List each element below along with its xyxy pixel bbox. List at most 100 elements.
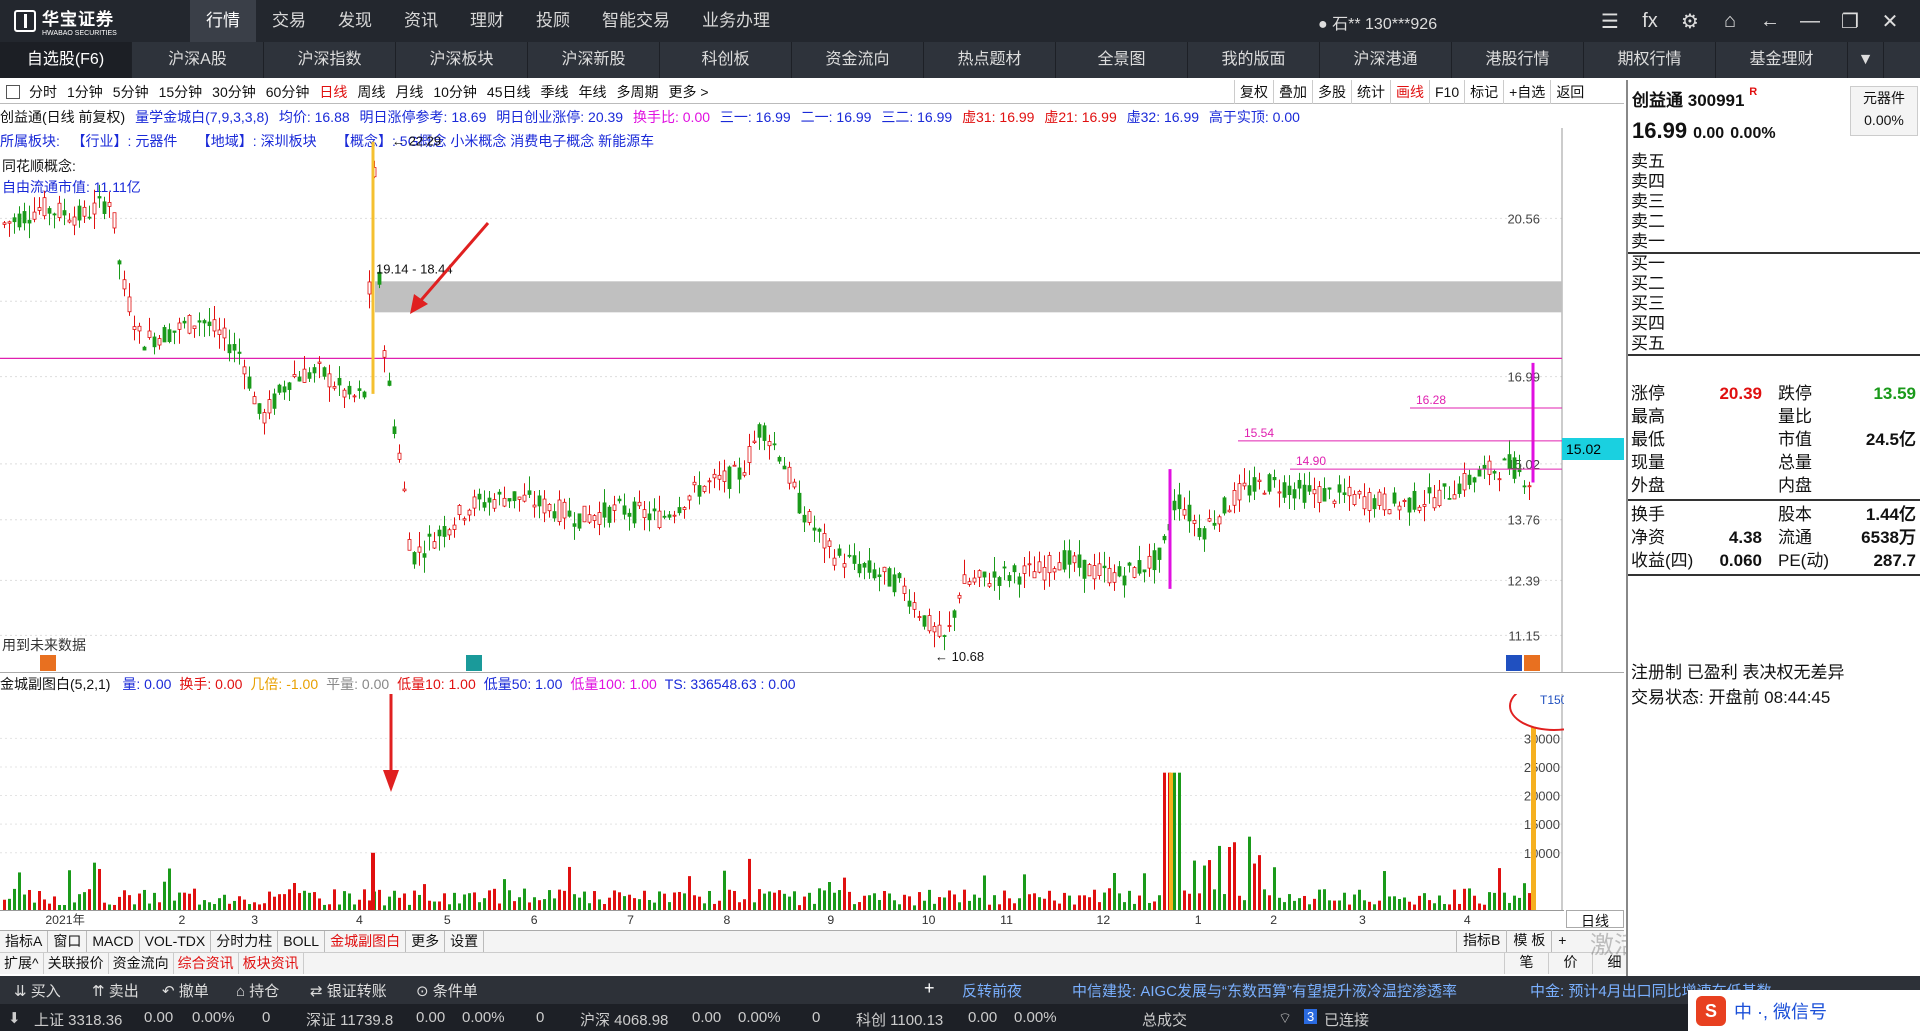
period-item[interactable]: 月线 <box>390 82 428 102</box>
tab-item[interactable]: 沪深A股 <box>132 42 264 78</box>
sub-indicator-name[interactable]: 金城副图白(5,2,1) <box>0 676 110 692</box>
period-item[interactable]: 10分钟 <box>428 82 482 102</box>
candle-body <box>607 506 612 523</box>
stat-value: 13.59 <box>1873 384 1916 403</box>
sh-index[interactable]: 上证 3318.36 <box>34 1009 122 1030</box>
tab-item[interactable]: 自选股(F6) <box>0 42 132 78</box>
period-item[interactable]: 周线 <box>352 82 390 102</box>
info-tab[interactable]: 扩展^ <box>0 953 44 974</box>
cancel-button[interactable]: ↶ 撤单 <box>162 980 209 1001</box>
indicator-tab[interactable]: 窗口 <box>48 931 88 952</box>
main-indicator-name[interactable]: 量学金城白(7,9,3,3,8) <box>135 109 269 125</box>
volume-chart[interactable]: 3000025000200001500010000T150X10 <box>0 694 1564 910</box>
indicator-tab[interactable]: 指标A <box>0 931 49 952</box>
info-tab[interactable]: 资金流向 <box>109 953 174 974</box>
menu-item[interactable]: 智能交易 <box>586 0 686 42</box>
tab-item[interactable]: 沪深板块 <box>396 42 528 78</box>
menu-item[interactable]: 资讯 <box>388 0 454 42</box>
tab-item[interactable]: 沪深新股 <box>528 42 660 78</box>
chart-tool[interactable]: 叠加 <box>1273 80 1312 104</box>
menu-item[interactable]: 交易 <box>256 0 322 42</box>
menu-item[interactable]: 业务办理 <box>686 0 786 42</box>
tab-item[interactable]: 港股行情 <box>1452 42 1584 78</box>
close-icon[interactable]: ✕ <box>1870 6 1910 36</box>
menu-item[interactable]: 投顾 <box>520 0 586 42</box>
period-item[interactable]: 45日线 <box>482 82 536 102</box>
tab-item[interactable]: 热点题材 <box>924 42 1056 78</box>
info-tab[interactable]: 板块资讯 <box>239 953 304 974</box>
tab-item[interactable]: 我的版面 <box>1188 42 1320 78</box>
chart-tool[interactable]: 返回 <box>1550 80 1589 104</box>
indicator-tab[interactable]: MACD <box>87 931 140 952</box>
period-item[interactable]: 多周期 <box>611 82 663 102</box>
menu-item[interactable]: 发现 <box>322 0 388 42</box>
chart-tool[interactable]: 标记 <box>1464 80 1503 104</box>
indicator-tab[interactable]: VOL-TDX <box>140 931 212 952</box>
chart-tool[interactable]: 画线 <box>1390 80 1429 104</box>
chart-tool[interactable]: 多股 <box>1312 80 1351 104</box>
menu-item[interactable]: 行情 <box>190 0 256 42</box>
candle-body <box>702 485 707 492</box>
add-icon[interactable]: + <box>924 978 935 999</box>
candle-body <box>442 526 447 537</box>
chart-tool[interactable]: 统计 <box>1351 80 1390 104</box>
news-2[interactable]: 中信建投: AIGC发展与“东数西算”有望提升液冷温控渗透率 <box>1072 980 1457 1001</box>
condition-button[interactable]: ⊙ 条件单 <box>416 980 478 1001</box>
toggle-checkbox[interactable] <box>6 84 20 99</box>
indicator-tab[interactable]: 设置 <box>445 931 485 952</box>
chart-tool[interactable]: +自选 <box>1503 80 1550 104</box>
kc-index[interactable]: 科创 1100.13 <box>856 1009 943 1030</box>
buy-button[interactable]: ⇊ 买入 <box>14 980 61 1001</box>
connection-status: 已连接 <box>1324 1012 1370 1029</box>
chart-tool[interactable]: F10 <box>1429 80 1464 104</box>
minimize-icon[interactable]: — <box>1790 6 1830 36</box>
period-item[interactable]: 5分钟 <box>108 82 154 102</box>
indicator-tab[interactable]: BOLL <box>278 931 326 952</box>
period-item[interactable]: 1分钟 <box>62 82 108 102</box>
chart-tool[interactable]: 复权 <box>1234 80 1273 104</box>
list-icon[interactable]: ☰ <box>1590 6 1630 36</box>
tab-item[interactable]: 资金流向 <box>792 42 924 78</box>
period-item[interactable]: 30分钟 <box>207 82 261 102</box>
period-item[interactable]: 分时 <box>24 82 62 102</box>
info-right-tab[interactable]: 笔 <box>1504 952 1548 974</box>
tab-item[interactable]: 科创板 <box>660 42 792 78</box>
period-item[interactable]: 更多 > <box>663 82 713 102</box>
info-tab[interactable]: 综合资讯 <box>174 953 239 974</box>
tab-item[interactable]: 沪深港通 <box>1320 42 1452 78</box>
kline-chart[interactable]: 20.5618.6916.9915.0213.7612.3911.1516.28… <box>0 128 1564 673</box>
tab-item[interactable]: 期权行情 <box>1584 42 1716 78</box>
transfer-button[interactable]: ⇄ 银证转账 <box>310 980 387 1001</box>
tab-item[interactable]: 沪深指数 <box>264 42 396 78</box>
indicator-right-tab[interactable]: 模 板 <box>1506 930 1551 952</box>
function-icon[interactable]: fx <box>1630 6 1670 36</box>
settings-icon[interactable]: ⚙ <box>1670 6 1710 36</box>
tab-item[interactable]: 全景图 <box>1056 42 1188 78</box>
indicator-tab[interactable]: 更多 <box>406 931 446 952</box>
period-item[interactable]: 日线 <box>314 82 352 102</box>
period-item[interactable]: 15分钟 <box>154 82 208 102</box>
indicator-right-tab[interactable]: + <box>1551 930 1572 952</box>
period-item[interactable]: 季线 <box>535 82 573 102</box>
period-item[interactable]: 60分钟 <box>261 82 315 102</box>
skin-icon[interactable]: ⌂ <box>1710 6 1750 36</box>
tab-item[interactable]: 基金理财 <box>1716 42 1848 78</box>
indicator-tab[interactable]: 分时力柱 <box>211 931 279 952</box>
news-1[interactable]: 反转前夜 <box>962 980 1022 1001</box>
back-arrow-icon[interactable]: ← <box>1750 6 1790 36</box>
restore-icon[interactable]: ❐ <box>1830 6 1870 36</box>
sell-button[interactable]: ⇈ 卖出 <box>92 980 139 1001</box>
indicator-tab[interactable]: 金城副图白 <box>325 931 407 952</box>
indicator-right-tab[interactable]: 指标B <box>1456 930 1506 952</box>
sz-index[interactable]: 深证 11739.8 <box>306 1009 393 1030</box>
period-item[interactable]: 年线 <box>573 82 611 102</box>
user-account[interactable]: ● 石** 130***926 <box>1318 10 1437 34</box>
menu-item[interactable]: 理财 <box>454 0 520 42</box>
tabs-more-icon[interactable]: ▼ <box>1848 42 1884 78</box>
info-right-tab[interactable]: 价 <box>1548 952 1592 974</box>
volume-bar <box>1423 893 1426 910</box>
hs-index[interactable]: 沪深 4068.98 <box>580 1009 668 1030</box>
sector-box[interactable]: 元器件 0.00% <box>1850 86 1918 136</box>
hold-button[interactable]: ⌂ 持仓 <box>236 980 279 1001</box>
info-tab[interactable]: 关联报价 <box>44 953 109 974</box>
